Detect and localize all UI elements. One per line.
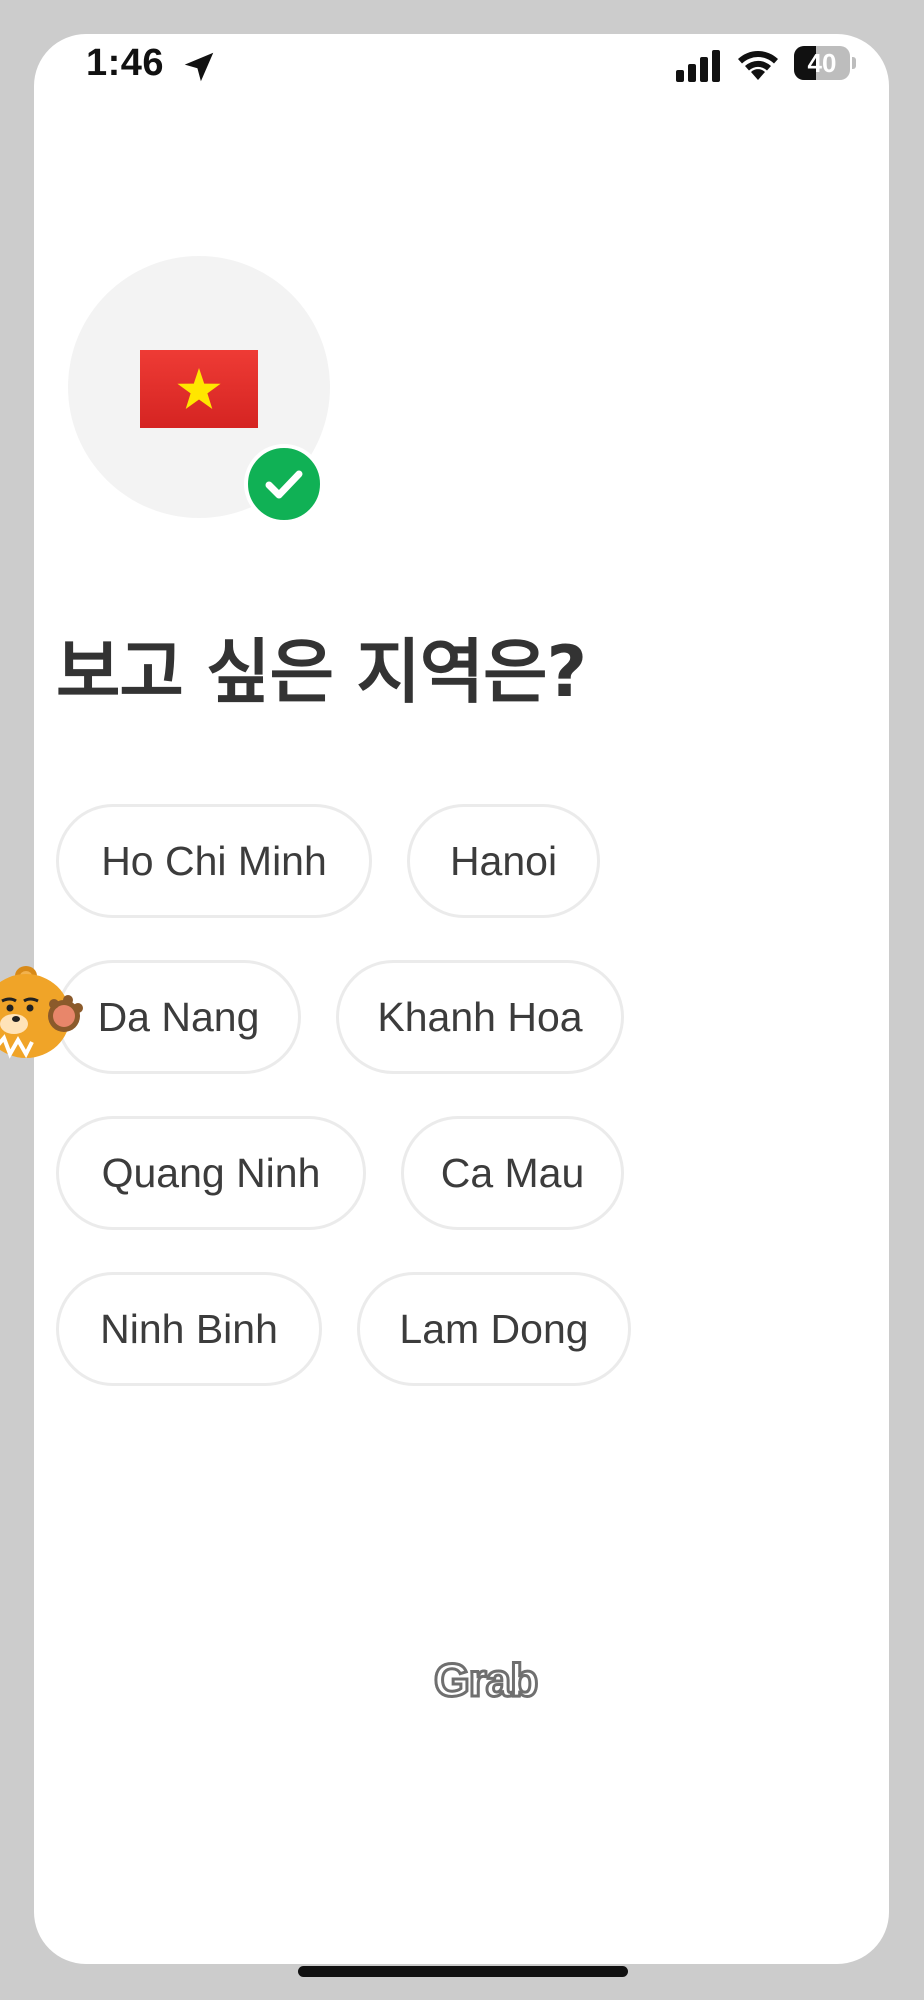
battery-icon: 40 xyxy=(794,46,858,82)
region-chip-ho-chi-minh[interactable]: Ho Chi Minh xyxy=(56,804,372,918)
check-icon xyxy=(265,470,303,499)
region-chip-quang-ninh[interactable]: Quang Ninh xyxy=(56,1116,366,1230)
status-time: 1:46 xyxy=(86,42,165,84)
region-chip-ninh-binh[interactable]: Ninh Binh xyxy=(56,1272,322,1386)
region-chip-hanoi[interactable]: Hanoi xyxy=(407,804,600,918)
battery-body: 40 xyxy=(794,46,850,80)
phone-screen: 1:46 40 보고 싶은 지역은? Ho Chi Minh Hanoi Da … xyxy=(34,34,889,1964)
region-chip-da-nang[interactable]: Da Nang xyxy=(56,960,301,1074)
battery-level-text: 40 xyxy=(807,48,837,78)
home-indicator[interactable] xyxy=(298,1966,628,1977)
wifi-icon xyxy=(738,51,778,80)
battery-nub xyxy=(852,57,856,69)
character-sticker[interactable] xyxy=(0,954,90,1064)
region-chip-lam-dong[interactable]: Lam Dong xyxy=(357,1272,631,1386)
cellular-signal-icon xyxy=(676,50,720,82)
status-bar: 1:46 40 xyxy=(34,34,889,124)
vietnam-flag-icon xyxy=(140,350,258,428)
grab-logo: Grab xyxy=(433,1654,540,1706)
page-title: 보고 싶은 지역은? xyxy=(56,631,587,713)
location-arrow-icon xyxy=(184,52,214,82)
region-chip-ca-mau[interactable]: Ca Mau xyxy=(401,1116,624,1230)
grab-logo-text: Grab xyxy=(434,1654,537,1706)
region-chip-khanh-hoa[interactable]: Khanh Hoa xyxy=(336,960,624,1074)
selected-check-badge xyxy=(244,444,324,524)
